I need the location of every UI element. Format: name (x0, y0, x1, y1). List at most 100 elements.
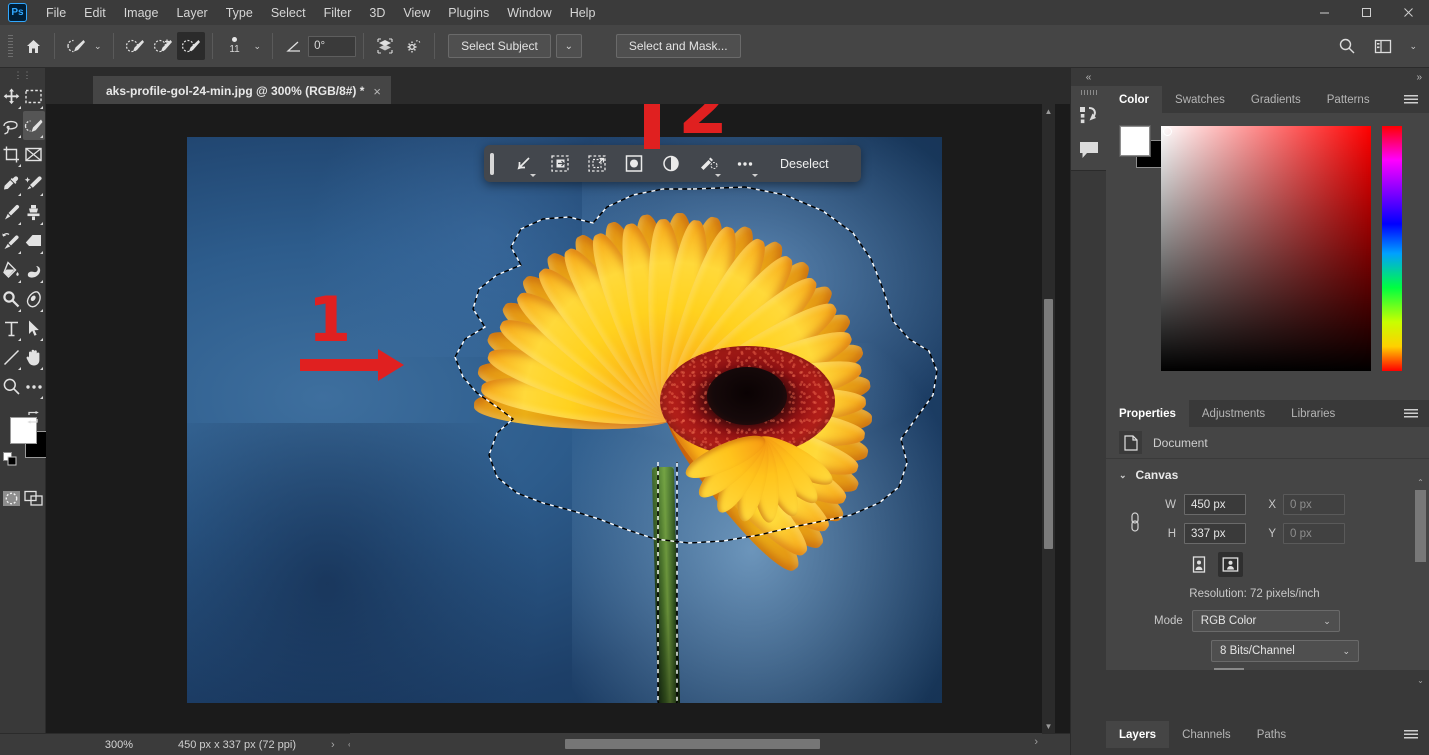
tab-swatches[interactable]: Swatches (1162, 86, 1238, 113)
home-icon[interactable] (19, 32, 47, 60)
scroll-down-icon[interactable]: ▼ (1042, 719, 1055, 733)
frame-tool[interactable] (23, 140, 46, 169)
tab-gradients[interactable]: Gradients (1237, 86, 1314, 113)
menu-help[interactable]: Help (561, 2, 605, 24)
hue-slider[interactable] (1382, 126, 1402, 371)
zoom-level-field[interactable]: 300% (90, 734, 148, 755)
bit-depth-select[interactable]: 8 Bits/Channel ⌄ (1211, 640, 1359, 662)
height-input[interactable]: 337 px (1184, 523, 1246, 544)
color-panel-menu-icon[interactable] (1393, 86, 1429, 113)
screen-mode-icon[interactable] (23, 485, 46, 511)
y-input[interactable]: 0 px (1283, 523, 1345, 544)
search-icon[interactable] (1333, 32, 1361, 60)
x-input[interactable]: 0 px (1283, 494, 1345, 515)
default-colors-icon[interactable] (3, 452, 17, 471)
hscroll-right-icon[interactable]: › (1034, 736, 1038, 748)
contextual-task-bar[interactable]: Deselect (484, 145, 861, 182)
toolbar-grip[interactable]: ⋮⋮ (0, 68, 45, 82)
scroll-up-icon[interactable]: ⌃ (1415, 478, 1426, 490)
object-selection-tool[interactable] (22, 111, 45, 140)
sample-all-layers-icon[interactable] (371, 32, 399, 60)
lasso-tool[interactable] (0, 111, 23, 140)
rail-collapse-icon[interactable]: « (1071, 68, 1106, 86)
line-tool[interactable] (0, 343, 23, 372)
tab-libraries[interactable]: Libraries (1278, 400, 1349, 427)
select-and-mask-icon[interactable] (542, 149, 577, 178)
history-brush-tool[interactable] (0, 227, 23, 256)
blur-tool[interactable] (23, 256, 46, 285)
canvas-horizontal-scrollbar[interactable]: › (350, 733, 1042, 755)
maximize-button[interactable] (1345, 0, 1387, 25)
type-tool[interactable] (0, 314, 23, 343)
add-to-selection-icon[interactable] (149, 32, 177, 60)
comments-panel-icon[interactable] (1071, 132, 1106, 166)
menu-window[interactable]: Window (498, 2, 560, 24)
crop-tool[interactable] (0, 140, 23, 169)
rail-grip[interactable] (1071, 86, 1106, 98)
menu-plugins[interactable]: Plugins (439, 2, 498, 24)
status-next-icon[interactable]: › (331, 739, 335, 751)
select-and-mask-button[interactable]: Select and Mask... (615, 34, 741, 58)
tab-patterns[interactable]: Patterns (1313, 86, 1383, 113)
canvas-vertical-scrollbar[interactable]: ▲ ▼ (1042, 104, 1055, 733)
menu-filter[interactable]: Filter (315, 2, 361, 24)
document-tab[interactable]: aks-profile-gol-24-min.jpg @ 300% (RGB/8… (93, 76, 392, 104)
pen-tool[interactable] (23, 285, 46, 314)
swap-colors-icon[interactable] (26, 411, 40, 427)
spot-healing-brush-tool[interactable] (23, 169, 46, 198)
quick-mask-icon[interactable] (0, 485, 23, 511)
tab-paths[interactable]: Paths (1243, 721, 1300, 748)
tab-properties[interactable]: Properties (1106, 400, 1189, 427)
width-input[interactable]: 450 px (1184, 494, 1246, 515)
move-tool[interactable] (0, 82, 23, 111)
properties-panel-menu-icon[interactable] (1393, 400, 1429, 427)
eyedropper-tool[interactable] (0, 169, 23, 198)
options-bar-grip[interactable] (8, 35, 13, 57)
document-tab-close-icon[interactable]: × (373, 84, 381, 99)
close-button[interactable] (1387, 0, 1429, 25)
color-mode-select[interactable]: RGB Color ⌄ (1191, 610, 1340, 632)
rectangular-marquee-tool[interactable] (23, 82, 46, 111)
clone-stamp-tool[interactable] (23, 198, 46, 227)
tool-preset-chevron-down-icon[interactable]: ⌄ (90, 41, 106, 52)
eraser-tool[interactable] (23, 227, 46, 256)
history-panel-icon[interactable] (1071, 98, 1106, 132)
workspace-switcher-icon[interactable] (1369, 32, 1397, 60)
scroll-up-icon[interactable]: ▲ (1042, 104, 1055, 118)
menu-image[interactable]: Image (115, 2, 168, 24)
object-selection-brush-icon[interactable] (62, 32, 90, 60)
brush-tool[interactable] (0, 198, 23, 227)
properties-scrollbar[interactable]: ⌃ ⌄ (1415, 478, 1426, 688)
workspace-chevron-down-icon[interactable]: ⌄ (1405, 41, 1421, 52)
more-options-icon[interactable] (727, 149, 762, 178)
tab-layers[interactable]: Layers (1106, 721, 1170, 748)
dodge-tool[interactable] (0, 285, 23, 314)
hand-tool[interactable] (23, 343, 46, 372)
new-selection-icon[interactable] (121, 32, 149, 60)
gradient-tool[interactable] (0, 256, 23, 285)
menu-edit[interactable]: Edit (75, 2, 115, 24)
canvas-area[interactable]: Deselect 1 2 (46, 104, 1070, 733)
color-spectrum-field[interactable] (1161, 126, 1371, 371)
menu-select[interactable]: Select (262, 2, 315, 24)
properties-scroll-thumb[interactable] (1415, 490, 1426, 562)
select-subject-button[interactable]: Select Subject (448, 34, 551, 58)
menu-layer[interactable]: Layer (167, 2, 216, 24)
canvas-section-header[interactable]: ⌄ Canvas (1106, 468, 1429, 482)
deselect-button[interactable]: Deselect (772, 152, 837, 176)
brush-size-preview[interactable]: 11 (220, 37, 250, 55)
minimize-button[interactable] (1303, 0, 1345, 25)
menu-view[interactable]: View (394, 2, 439, 24)
image-canvas[interactable] (187, 137, 942, 703)
color-picker-area[interactable] (1106, 113, 1429, 419)
tab-color[interactable]: Color (1106, 86, 1163, 113)
edit-toolbar-ellipsis-icon[interactable] (23, 372, 46, 401)
gear-icon[interactable] (399, 32, 427, 60)
dock-expand-icon[interactable]: » (1106, 68, 1429, 86)
menu-type[interactable]: Type (217, 2, 262, 24)
transform-selection-icon[interactable] (505, 149, 540, 178)
generative-fill-icon[interactable] (690, 149, 725, 178)
invert-selection-icon[interactable] (579, 149, 614, 178)
tab-adjustments[interactable]: Adjustments (1188, 400, 1279, 427)
select-subject-chevron-down-icon[interactable]: ⌄ (555, 34, 582, 58)
